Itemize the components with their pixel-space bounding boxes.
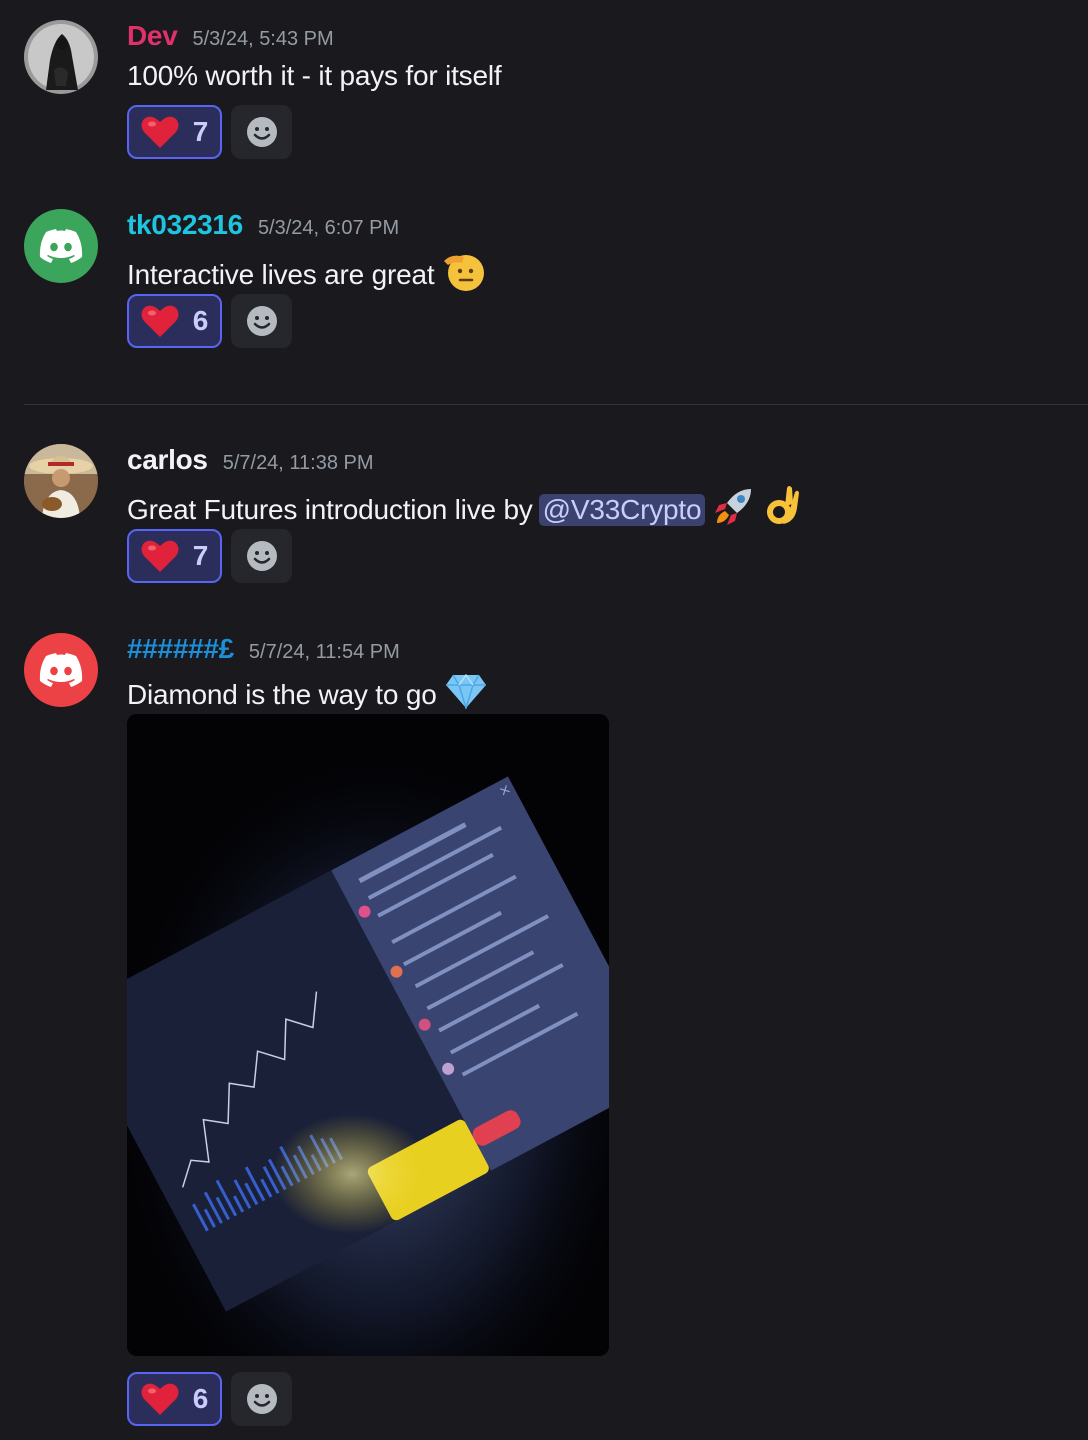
image-attachment[interactable]: × xyxy=(127,714,609,1356)
reactions-bar: 7 xyxy=(127,105,292,159)
rocket-icon xyxy=(713,485,755,534)
message-feed: Dev 5/3/24, 5:43 PM 100% worth it - it p… xyxy=(0,0,1088,1440)
message-text: Interactive lives are great xyxy=(127,249,486,300)
attachment-photo: × xyxy=(127,714,609,1356)
discord-logo-icon xyxy=(39,653,83,687)
reactions-bar: 6 xyxy=(127,1372,292,1426)
add-reaction-button[interactable] xyxy=(231,105,292,159)
smiley-icon xyxy=(246,117,277,147)
date-divider xyxy=(24,404,1088,405)
username[interactable]: carlos xyxy=(127,444,208,476)
avatar[interactable] xyxy=(24,209,98,283)
add-reaction-button[interactable] xyxy=(231,1372,292,1426)
smiley-icon xyxy=(246,1384,277,1414)
ok-hand-icon xyxy=(763,484,801,535)
heart-icon xyxy=(141,1383,179,1415)
avatar[interactable] xyxy=(24,20,98,94)
timestamp: 5/3/24, 6:07 PM xyxy=(257,217,400,239)
reaction-count: 6 xyxy=(192,305,209,336)
add-reaction-button[interactable] xyxy=(231,294,292,348)
timestamp: 5/7/24, 11:54 PM xyxy=(248,641,400,663)
message-text: 100% worth it - it pays for itself xyxy=(127,60,502,92)
message-content: Great Futures introduction live by xyxy=(127,493,533,525)
heart-icon xyxy=(141,305,179,337)
message-content: 100% worth it - it pays for itself xyxy=(127,60,502,91)
discord-logo-icon xyxy=(39,229,83,263)
heart-icon xyxy=(141,116,179,148)
reaction-heart[interactable]: 6 xyxy=(127,294,222,348)
message-text: Diamond is the way to go xyxy=(127,673,487,716)
message-text: Great Futures introduction live by @V33C… xyxy=(127,484,801,535)
avatar[interactable] xyxy=(24,444,98,518)
user-avatar-image xyxy=(24,444,98,518)
reaction-heart[interactable]: 7 xyxy=(127,105,222,159)
username[interactable]: ######£ xyxy=(127,633,234,665)
saluting-face-icon xyxy=(442,249,486,300)
reactions-bar: 7 xyxy=(127,529,292,583)
timestamp: 5/3/24, 5:43 PM xyxy=(192,28,334,50)
message-content: Diamond is the way to go xyxy=(127,678,437,710)
username[interactable]: tk032316 xyxy=(127,209,243,241)
user-mention[interactable]: @V33Crypto xyxy=(538,493,706,526)
avatar[interactable] xyxy=(24,633,98,707)
gem-icon xyxy=(445,673,487,716)
add-reaction-button[interactable] xyxy=(231,529,292,583)
username[interactable]: Dev xyxy=(127,20,178,52)
user-avatar-image xyxy=(24,20,98,94)
reaction-count: 7 xyxy=(192,116,209,147)
timestamp: 5/7/24, 11:38 PM xyxy=(222,452,374,474)
smiley-icon xyxy=(246,541,277,571)
smiley-icon xyxy=(246,306,277,336)
reaction-heart[interactable]: 6 xyxy=(127,1372,222,1426)
reaction-count: 7 xyxy=(192,540,209,571)
reactions-bar: 6 xyxy=(127,294,292,348)
message-content: Interactive lives are great xyxy=(127,258,435,290)
reaction-count: 6 xyxy=(192,1383,209,1414)
heart-icon xyxy=(141,540,179,572)
reaction-heart[interactable]: 7 xyxy=(127,529,222,583)
